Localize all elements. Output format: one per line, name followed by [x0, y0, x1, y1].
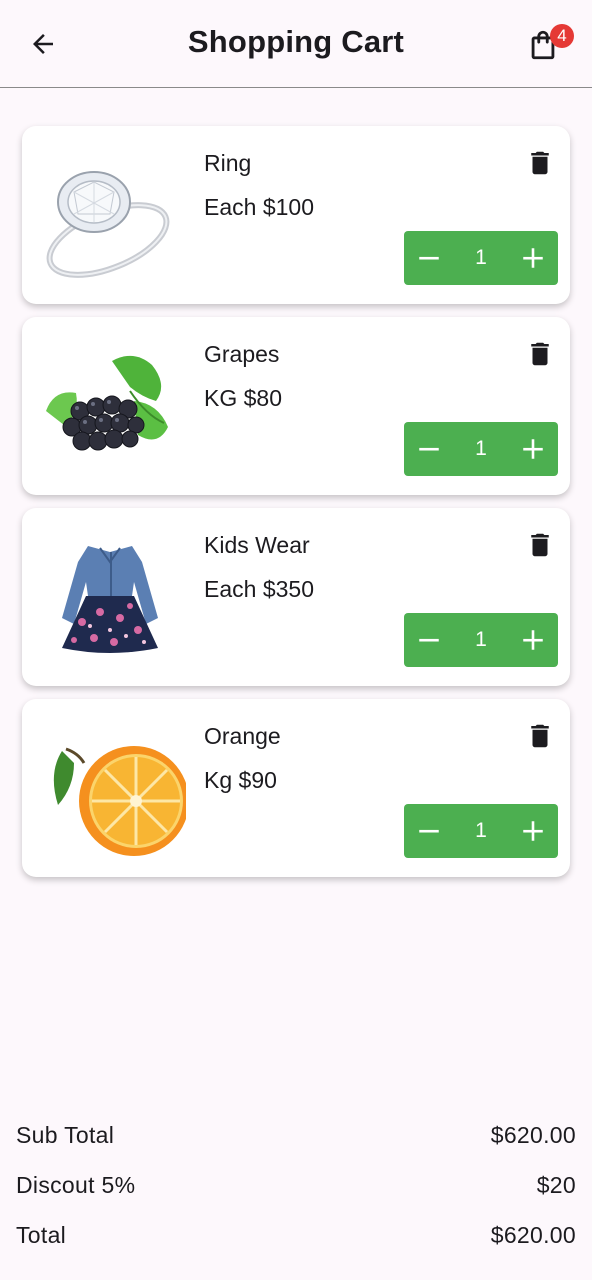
discount-row: Discout 5% $20 [16, 1172, 576, 1222]
quantity-value: 1 [475, 819, 487, 842]
page-title: Shopping Cart [187, 24, 405, 59]
trash-icon [531, 724, 549, 748]
product-price: Each $100 [204, 194, 314, 220]
product-price: Kg $90 [204, 767, 277, 793]
subtotal-row: Sub Total $620.00 [16, 1122, 576, 1172]
order-summary: Sub Total $620.00 Discout 5% $20 Total $… [16, 1122, 576, 1272]
decrease-button[interactable] [404, 231, 454, 285]
minus-icon [419, 256, 439, 260]
decrease-button[interactable] [404, 804, 454, 858]
product-price: KG $80 [204, 385, 282, 411]
decrease-button[interactable] [404, 422, 454, 476]
cart-button[interactable]: 4 [522, 22, 574, 66]
minus-icon [419, 447, 439, 451]
cart-item: Grapes KG $80 1 [22, 317, 570, 495]
increase-button[interactable] [508, 804, 558, 858]
quantity-stepper: 1 [404, 804, 558, 858]
cart-item: Orange Kg $90 1 [22, 699, 570, 877]
quantity-stepper: 1 [404, 613, 558, 667]
delete-button[interactable] [525, 337, 555, 371]
cart-list: Ring Each $100 1 Grapes KG $80 1 Kids We… [22, 126, 570, 890]
app-bar: Shopping Cart 4 [0, 0, 592, 88]
cart-item: Kids Wear Each $350 1 [22, 508, 570, 686]
increase-button[interactable] [508, 231, 558, 285]
product-image-orange [34, 713, 186, 863]
product-name: Grapes [204, 341, 280, 367]
minus-icon [419, 638, 439, 642]
product-price: Each $350 [204, 576, 314, 602]
increase-button[interactable] [508, 613, 558, 667]
increase-button[interactable] [508, 422, 558, 476]
quantity-value: 1 [475, 437, 487, 460]
product-name: Kids Wear [204, 532, 310, 558]
trash-icon [531, 151, 549, 175]
product-name: Orange [204, 723, 281, 749]
quantity-value: 1 [475, 628, 487, 651]
trash-icon [531, 533, 549, 557]
plus-icon [523, 821, 543, 841]
product-image-grapes [34, 331, 186, 481]
plus-icon [523, 439, 543, 459]
delete-button[interactable] [525, 719, 555, 753]
total-value: $620.00 [490, 1222, 576, 1248]
total-row: Total $620.00 [16, 1222, 576, 1272]
minus-icon [419, 829, 439, 833]
quantity-stepper: 1 [404, 422, 558, 476]
total-label: Total [16, 1222, 67, 1248]
cart-item: Ring Each $100 1 [22, 126, 570, 304]
delete-button[interactable] [525, 528, 555, 562]
delete-button[interactable] [525, 146, 555, 180]
product-image-ring [34, 140, 186, 290]
discount-label: Discout 5% [16, 1172, 136, 1198]
quantity-value: 1 [475, 246, 487, 269]
plus-icon [523, 630, 543, 650]
subtotal-label: Sub Total [16, 1122, 115, 1148]
product-name: Ring [204, 150, 252, 176]
trash-icon [531, 342, 549, 366]
product-image-kids-dress [34, 522, 186, 672]
subtotal-value: $620.00 [490, 1122, 576, 1148]
discount-value: $20 [536, 1172, 576, 1198]
plus-icon [523, 248, 543, 268]
decrease-button[interactable] [404, 613, 454, 667]
cart-count-badge: 4 [550, 24, 574, 48]
quantity-stepper: 1 [404, 231, 558, 285]
